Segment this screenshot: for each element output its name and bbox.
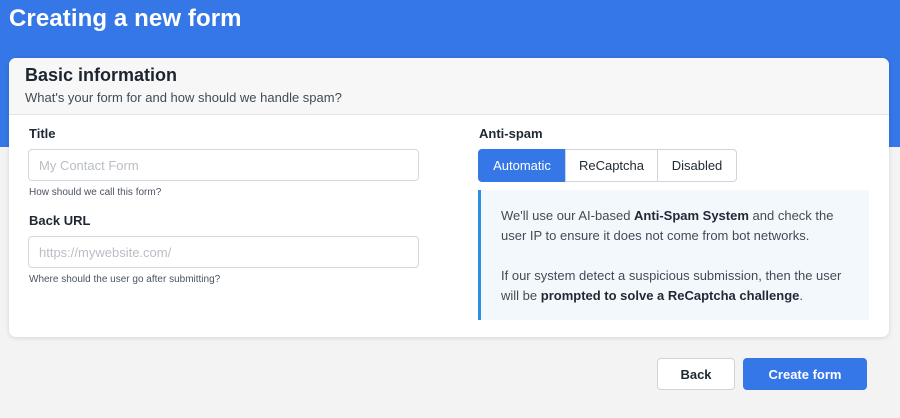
back-url-hint: Where should the user go after submittin… bbox=[29, 274, 221, 285]
antispam-option-recaptcha[interactable]: ReCaptcha bbox=[565, 149, 658, 182]
card-title: Basic information bbox=[25, 65, 178, 85]
create-form-button[interactable]: Create form bbox=[743, 358, 867, 390]
info-paragraph-1: We'll use our AI-based Anti-Spam System … bbox=[501, 206, 849, 246]
antispam-segmented-control: Automatic ReCaptcha Disabled bbox=[478, 149, 737, 182]
antispam-option-automatic[interactable]: Automatic bbox=[478, 149, 566, 182]
back-url-label: Back URL bbox=[29, 213, 91, 228]
title-label: Title bbox=[29, 126, 56, 141]
back-button[interactable]: Back bbox=[657, 358, 735, 390]
card-subtitle: What's your form for and how should we h… bbox=[25, 90, 342, 105]
antispam-option-disabled[interactable]: Disabled bbox=[657, 149, 737, 182]
title-input[interactable] bbox=[28, 149, 419, 181]
basic-information-card: Basic information What's your form for a… bbox=[9, 58, 889, 337]
antispam-info-box: We'll use our AI-based Anti-Spam System … bbox=[478, 190, 869, 320]
info-emphasis: Anti-Spam System bbox=[634, 208, 749, 223]
page: Creating a new form Basic information Wh… bbox=[0, 0, 900, 418]
title-hint: How should we call this form? bbox=[29, 187, 162, 198]
info-paragraph-2: If our system detect a suspicious submis… bbox=[501, 266, 849, 306]
info-emphasis: prompted to solve a ReCaptcha challenge bbox=[540, 288, 800, 303]
info-text: We'll use our AI-based bbox=[501, 208, 635, 223]
info-text: . bbox=[799, 288, 803, 303]
page-title: Creating a new form bbox=[9, 5, 242, 32]
card-header: Basic information What's your form for a… bbox=[9, 58, 889, 115]
antispam-label: Anti-spam bbox=[479, 126, 543, 141]
back-url-input[interactable] bbox=[28, 236, 419, 268]
